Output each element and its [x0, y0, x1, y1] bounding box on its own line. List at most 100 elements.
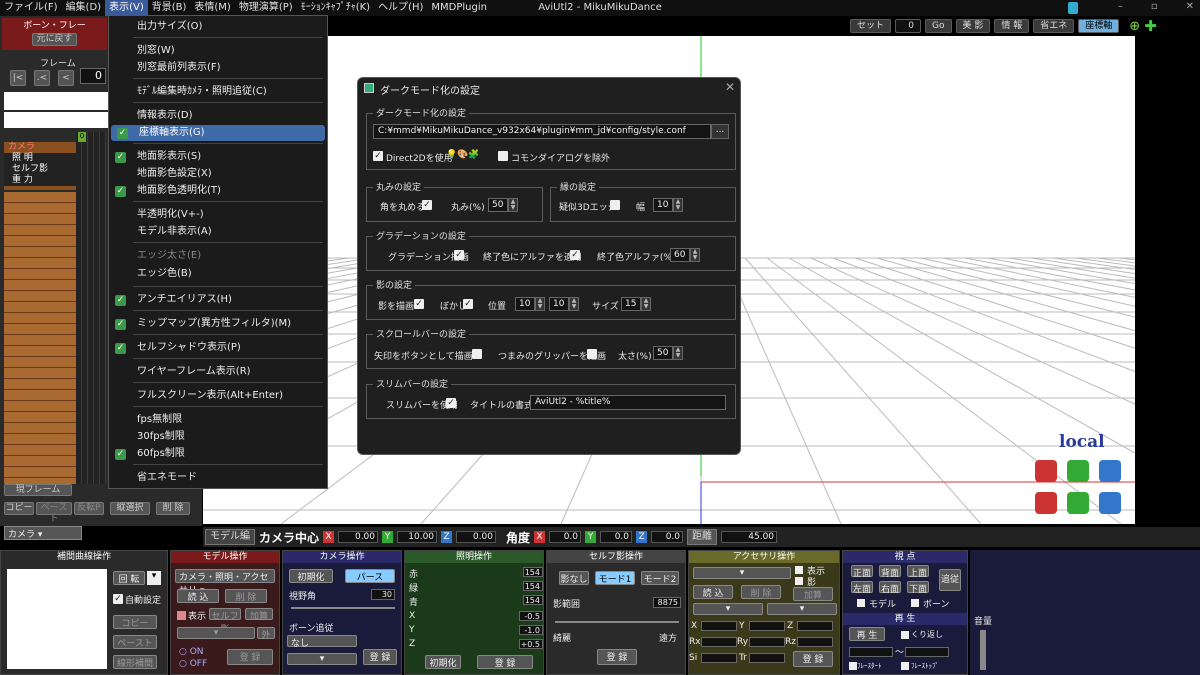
shadow-y-spinner[interactable]: ▲ ▼	[569, 297, 579, 311]
edge-width-spinner[interactable]: ▲ ▼	[673, 198, 683, 212]
model-off-radio[interactable]: ○ OFF	[179, 659, 207, 669]
camera-z-value[interactable]: 0.00	[456, 531, 497, 543]
model-select[interactable]: カメラ・照明・アクセサリ ▾	[175, 569, 275, 596]
menu-help[interactable]: ヘルプ(H)	[374, 0, 427, 16]
menu-mmdplugin[interactable]: MMDPlugin	[427, 0, 491, 16]
light-x-value[interactable]: -0.5	[519, 611, 543, 621]
model-bone-select[interactable]: ▾	[177, 627, 255, 639]
view-menu-item[interactable]: 情報表示(D)	[109, 108, 327, 124]
add-icon[interactable]: ✚	[1144, 17, 1157, 35]
frame-input[interactable]: 0	[895, 19, 922, 33]
bone-follow-subselect[interactable]: ▾	[287, 653, 357, 665]
info-button[interactable]: 情 報	[994, 19, 1030, 33]
distance-value[interactable]: 45.00	[721, 531, 778, 543]
model-on-radio[interactable]: ○ ON	[179, 647, 204, 657]
accessory-add-button[interactable]: 加算	[793, 587, 833, 601]
view-back-button[interactable]: 背面	[879, 565, 901, 579]
shadow-none-button[interactable]: 影なし	[559, 571, 589, 585]
go-button[interactable]: Go	[925, 19, 952, 33]
acc-tr-value[interactable]	[749, 653, 785, 663]
title-format-input[interactable]: AviUtl2 - %title%	[530, 395, 726, 410]
shadow-size-input[interactable]: 15	[621, 297, 641, 311]
pseudo3d-checkbox[interactable]	[610, 200, 620, 210]
frame-start-checkbox[interactable]	[849, 662, 857, 670]
light-y-value[interactable]: -1.0	[519, 625, 543, 635]
end-alpha-apply-checkbox[interactable]: ✓	[570, 250, 580, 260]
first-frame-button[interactable]: |<	[10, 70, 26, 86]
perspective-button[interactable]: パース	[345, 569, 395, 583]
shadow-x-spinner[interactable]: ▲ ▼	[535, 297, 545, 311]
view-menu-item[interactable]: エッジ色(B)	[109, 266, 327, 282]
model-add-button[interactable]: 加算	[245, 608, 273, 622]
move-z-icon[interactable]	[1099, 492, 1121, 514]
shadow-mode2-button[interactable]: モード2	[641, 571, 679, 585]
play-button[interactable]: 再 生	[849, 627, 885, 641]
play-start-input[interactable]	[849, 647, 893, 657]
fov-slider[interactable]	[291, 607, 395, 609]
view-menu-item[interactable]: ✓ ミップマップ(異方性フィルタ)(M)	[109, 316, 327, 332]
camera-dropdown[interactable]: カメラ ▾	[4, 526, 82, 540]
exclude-common-checkbox[interactable]	[498, 151, 508, 161]
shadow-draw-checkbox[interactable]: ✓	[414, 299, 424, 309]
menu-file[interactable]: ファイル(F)	[0, 0, 62, 16]
shadow-range-slider[interactable]	[555, 621, 679, 623]
edge-width-input[interactable]: 10	[653, 198, 673, 212]
arrow-as-button-checkbox[interactable]	[472, 349, 482, 359]
view-bottom-button[interactable]: 下面	[907, 581, 929, 595]
track-gravity[interactable]: 重 力	[4, 175, 76, 186]
view-top-button[interactable]: 上面	[907, 565, 929, 579]
shadow-size-spinner[interactable]: ▲ ▼	[641, 297, 651, 311]
view-menu-item[interactable]: ✓ 座標軸表示(G)	[111, 125, 325, 141]
view-right-button[interactable]: 右面	[879, 581, 901, 595]
acc-rx-value[interactable]	[701, 637, 737, 647]
track-light[interactable]: 照 明	[4, 153, 76, 164]
bone-follow-select[interactable]: なし	[287, 635, 357, 649]
shadow-y-input[interactable]: 10	[549, 297, 569, 311]
current-frame-button[interactable]: 現フレーム	[4, 484, 72, 496]
dialog-close-icon[interactable]: ✕	[725, 80, 735, 94]
rotate-select[interactable]: 回 転	[113, 571, 145, 585]
view-menu-item[interactable]: ✓ 地面影表示(S)	[109, 149, 327, 165]
camera-register-button[interactable]: 登 録	[363, 649, 397, 665]
view-menu-item[interactable]: フルスクリーン表示(Alt+Enter)	[109, 388, 327, 404]
view-menu-item[interactable]: ✓ セルフシャドウ表示(P)	[109, 340, 327, 356]
view-menu-item[interactable]: fps無制限	[109, 412, 327, 428]
light-g-value[interactable]: 154	[523, 581, 543, 591]
shadow-button[interactable]: 美 影	[955, 19, 991, 33]
menu-background[interactable]: 背景(B)	[148, 0, 191, 16]
zoom-icon[interactable]: ⊕	[1129, 19, 1140, 34]
shadow-mode1-button[interactable]: モード1	[595, 571, 635, 585]
play-stop-input[interactable]	[905, 647, 949, 657]
camera-y-value[interactable]: 10.00	[397, 531, 438, 543]
acc-y-value[interactable]	[749, 621, 785, 631]
view-menu-item[interactable]: 省エネモード	[109, 470, 327, 486]
model-register-button[interactable]: 登 録	[227, 649, 273, 665]
acc-rz-value[interactable]	[797, 637, 833, 647]
accessory-shadow-checkbox[interactable]	[795, 577, 803, 585]
minimize-icon[interactable]: –	[1118, 1, 1123, 12]
light-register-button[interactable]: 登 録	[477, 655, 533, 669]
view-menu-item[interactable]: 別窓(W)	[109, 43, 327, 59]
round-corners-checkbox[interactable]: ✓	[422, 200, 432, 210]
acc-ry-value[interactable]	[749, 637, 785, 647]
close-icon[interactable]: ✕	[1186, 1, 1194, 12]
accessory-delete-button[interactable]: 削 除	[741, 585, 781, 599]
view-menu-item[interactable]: ✓ 60fps制限	[109, 446, 327, 462]
interp-paste-button[interactable]: ペースト	[113, 635, 157, 649]
direct2d-checkbox[interactable]: ✓	[373, 151, 383, 161]
roundness-input[interactable]: 50	[488, 198, 508, 212]
shadow-register-button[interactable]: 登 録	[597, 649, 637, 665]
fov-value[interactable]: 30	[371, 589, 395, 600]
auto-set-checkbox[interactable]: ✓	[113, 594, 123, 604]
accessory-show-checkbox[interactable]	[795, 566, 803, 574]
volume-slider[interactable]	[980, 630, 986, 670]
undo-button[interactable]: 元に戻す	[32, 33, 77, 46]
maximize-icon[interactable]: ▫	[1151, 1, 1158, 12]
menu-expression[interactable]: 表情(M)	[190, 0, 234, 16]
paste-button[interactable]: ペースト	[36, 502, 72, 524]
accessory-target-select[interactable]: ▾	[767, 603, 837, 615]
accessory-bone-select[interactable]: ▾	[693, 603, 763, 615]
reverse-paste-button[interactable]: 反転P	[74, 502, 104, 515]
light-b-value[interactable]: 154	[523, 595, 543, 605]
menu-physics[interactable]: 物理演算(P)	[235, 0, 297, 16]
